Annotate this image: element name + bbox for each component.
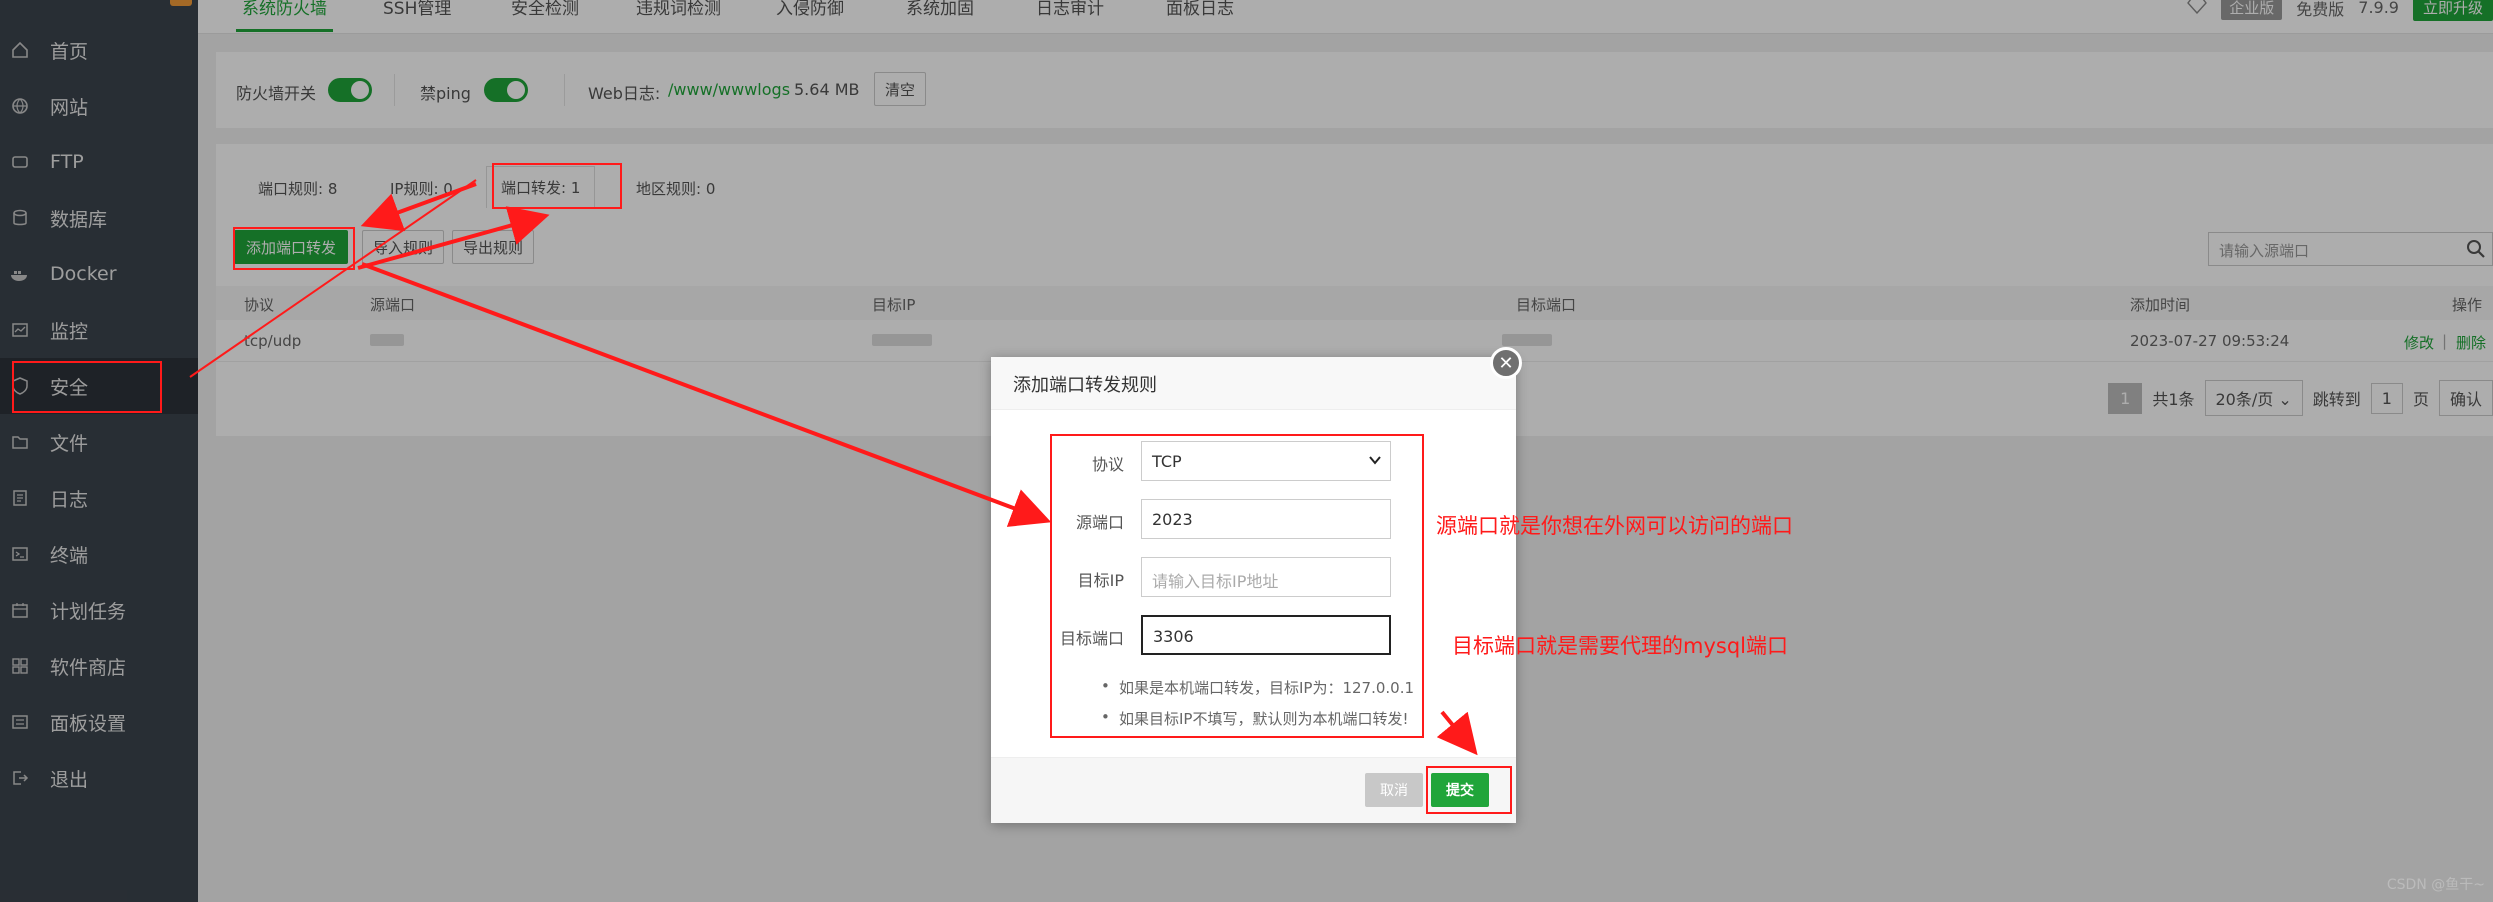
close-icon[interactable]: ✕ xyxy=(1490,347,1522,379)
watermark: CSDN @鱼干~ xyxy=(2386,877,2485,893)
dialog-title: 添加端口转发规则 xyxy=(1013,375,1157,396)
annotation-box-add-button xyxy=(233,227,355,270)
annotation-box-forward-tab xyxy=(492,163,622,209)
annotation-box-security xyxy=(12,361,162,413)
annotation-src-note: 源端口就是你想在外网可以访问的端口 xyxy=(1436,514,1793,538)
annotation-box-submit xyxy=(1426,766,1512,814)
dialog-header: 添加端口转发规则 xyxy=(991,357,1516,410)
annotation-box-form xyxy=(1050,434,1424,738)
cancel-button[interactable]: 取消 xyxy=(1365,773,1423,807)
annotation-dest-note: 目标端口就是需要代理的mysql端口 xyxy=(1452,634,1788,658)
